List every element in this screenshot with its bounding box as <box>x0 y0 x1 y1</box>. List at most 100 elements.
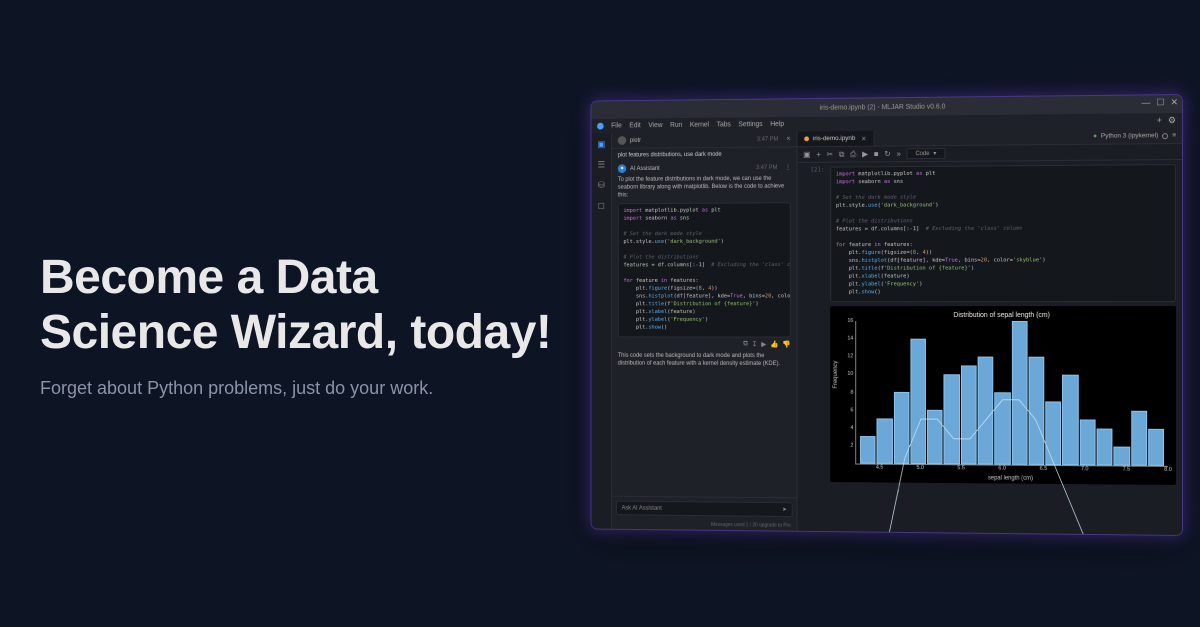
menu-file[interactable]: File <box>611 123 622 130</box>
histogram-bar <box>1011 320 1027 464</box>
x-axis-label: sepal length (cm) <box>988 475 1033 481</box>
x-tick: 6.5 <box>1040 465 1048 471</box>
tab-label: iris-demo.ipynb <box>813 135 855 142</box>
hero-title: Become a Data Science Wizard, today! <box>40 250 560 360</box>
chat-usage-status: Messages used 1 / 20 upgrade to Pro <box>612 519 796 531</box>
chat-input[interactable]: Ask AI Assistant ➤ <box>616 501 793 517</box>
chat-placeholder: Ask AI Assistant <box>622 505 662 511</box>
histogram-bar <box>1028 356 1044 464</box>
histogram-bar <box>927 410 943 464</box>
maximize-icon[interactable]: ☐ <box>1156 97 1164 108</box>
cell-prompt: [2]: <box>803 167 824 482</box>
y-tick: 12 <box>847 353 853 359</box>
save-icon[interactable]: ▣ <box>803 150 810 159</box>
chart-title: Distribution of sepal length (cm) <box>838 312 1168 319</box>
menu-view[interactable]: View <box>648 122 662 129</box>
histogram-bar <box>910 338 926 463</box>
x-tick: 5.5 <box>957 465 964 471</box>
menu-run[interactable]: Run <box>670 122 682 129</box>
ai-chat-panel: piotr 3:47 PM ✕ plot features distributi… <box>612 132 797 531</box>
y-tick: 2 <box>850 443 853 449</box>
kernel-menu-icon[interactable]: ≡ <box>1172 132 1176 139</box>
restart-icon[interactable]: ↻ <box>884 149 890 158</box>
y-tick: 14 <box>847 335 853 341</box>
y-tick: 6 <box>850 407 853 413</box>
run-cell-icon[interactable]: ▶ <box>862 150 868 159</box>
activity-bar: ▣ ☰ ⛁ ◻ <box>591 133 612 528</box>
x-tick: 5.0 <box>917 464 924 470</box>
menu-kernel[interactable]: Kernel <box>690 122 709 129</box>
x-tick: 7.0 <box>1081 466 1089 472</box>
run-all-icon[interactable]: » <box>897 149 901 158</box>
tab-close-icon[interactable]: ✕ <box>861 134 866 142</box>
histogram-bar <box>1114 447 1130 465</box>
user-message: plot features distributions, use dark mo… <box>618 151 791 158</box>
histogram-bar <box>893 392 909 464</box>
menu-edit[interactable]: Edit <box>629 122 640 129</box>
histogram-bar <box>860 436 876 463</box>
histogram-bar <box>1062 375 1078 465</box>
menu-settings[interactable]: Settings <box>738 121 762 128</box>
ai-timestamp: 3:47 PM <box>756 165 777 171</box>
histogram-bar <box>1131 411 1147 465</box>
message-menu-icon[interactable]: ⋮ <box>785 164 791 171</box>
cell-type-select[interactable]: Code ▾ <box>907 148 945 159</box>
histogram-bar <box>1097 429 1113 465</box>
send-icon[interactable]: ➤ <box>782 506 787 513</box>
y-axis-label: Frequency <box>833 360 839 388</box>
plot-area <box>855 320 1168 466</box>
histogram-bar <box>994 392 1010 464</box>
new-tab-icon[interactable]: + <box>1157 115 1162 126</box>
y-tick: 8 <box>850 389 853 395</box>
y-tick: 4 <box>850 425 853 431</box>
thumbs-up-icon[interactable]: 👍 <box>770 340 778 348</box>
y-tick: 10 <box>847 371 853 377</box>
copy-code-icon[interactable]: ⧉ <box>743 340 748 348</box>
chat-close-icon[interactable]: ✕ <box>786 136 791 143</box>
database-icon[interactable]: ⛁ <box>598 180 605 191</box>
thumbs-down-icon[interactable]: 👎 <box>782 340 790 348</box>
insert-code-icon[interactable]: ↧ <box>752 340 758 348</box>
y-tick: 16 <box>847 317 853 323</box>
user-avatar-icon <box>618 136 626 145</box>
histogram-bar <box>1045 401 1061 464</box>
x-tick: 7.5 <box>1123 466 1131 472</box>
histogram-bar <box>944 374 960 464</box>
menu-help[interactable]: Help <box>770 121 784 128</box>
list-icon[interactable]: ☰ <box>598 160 606 171</box>
x-tick: 8.0 <box>1164 466 1172 472</box>
copy-icon[interactable]: ⧉ <box>839 149 845 159</box>
stop-icon[interactable]: ■ <box>874 150 879 159</box>
ai-code-block: import matplotlib.pyplot as plt import s… <box>618 203 791 338</box>
chat-user-timestamp: 3:47 PM <box>757 136 778 142</box>
ai-response-outro: This code sets the background to dark mo… <box>618 352 791 368</box>
folder-icon[interactable]: ▣ <box>597 139 605 150</box>
add-cell-icon[interactable]: + <box>816 150 820 159</box>
app-logo-icon <box>597 123 604 130</box>
notebook-tab[interactable]: iris-demo.ipynb ✕ <box>797 131 874 146</box>
chat-username: piotr <box>630 137 641 143</box>
window-title: iris-demo.ipynb (2) - MLJAR Studio v0.6.… <box>820 103 946 111</box>
ide-window: iris-demo.ipynb (2) - MLJAR Studio v0.6.… <box>591 95 1182 535</box>
x-tick: 6.0 <box>998 465 1006 471</box>
ai-name: AI Assistant <box>630 166 660 172</box>
close-icon[interactable]: ✕ <box>1170 97 1178 108</box>
histogram-bar <box>1148 429 1164 465</box>
histogram-bar <box>978 356 994 464</box>
kernel-name[interactable]: Python 3 (ipykernel) <box>1101 132 1158 139</box>
run-code-icon[interactable]: ▶ <box>761 340 766 348</box>
histogram-bar <box>1079 420 1095 465</box>
kernel-idle-icon <box>1162 133 1168 139</box>
histogram-bar <box>877 419 893 464</box>
chart-output: Distribution of sepal length (cm) Freque… <box>830 306 1176 485</box>
settings-icon[interactable]: ⚙ <box>1168 115 1176 126</box>
ai-response-intro: To plot the feature distributions in dar… <box>618 175 791 200</box>
menu-tabs[interactable]: Tabs <box>717 121 731 128</box>
jupyter-icon <box>804 136 809 141</box>
cut-icon[interactable]: ✂ <box>827 150 833 159</box>
kernel-status-icon: ● <box>1093 133 1097 140</box>
code-cell[interactable]: import matplotlib.pyplot as plt import s… <box>830 164 1176 302</box>
panel-icon[interactable]: ◻ <box>598 200 605 211</box>
minimize-icon[interactable]: — <box>1142 97 1151 108</box>
paste-icon[interactable]: ⎙ <box>850 149 856 159</box>
